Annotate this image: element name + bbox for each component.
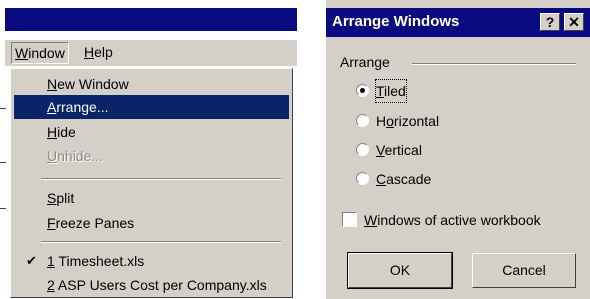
radio-icon[interactable]	[356, 114, 369, 127]
checkbox[interactable]	[342, 212, 357, 227]
sheet-gridline	[0, 208, 6, 209]
sheet-gridline	[0, 108, 6, 109]
menu-separator	[41, 241, 281, 243]
excel-title-bar	[5, 8, 297, 31]
sheet-gridline	[0, 162, 6, 163]
window-menu-rest: indow	[28, 45, 65, 61]
menu-item-new-window[interactable]: New Window	[14, 72, 289, 96]
help-menu-rest: elp	[94, 44, 113, 60]
menu-separator	[41, 178, 281, 180]
group-divider	[412, 63, 576, 65]
dialog-title-bar: Arrange Windows ? ✕	[326, 8, 590, 37]
menu-item-hide[interactable]: Hide	[14, 120, 289, 144]
menu-item-freeze-panes[interactable]: Freeze Panes	[14, 211, 289, 235]
cancel-button[interactable]: Cancel	[472, 253, 576, 288]
menu-item-arrange[interactable]: Arrange...	[14, 95, 289, 119]
radio-icon[interactable]	[356, 172, 369, 185]
radio-selected-icon[interactable]	[356, 84, 369, 97]
check-icon: ✔	[26, 253, 37, 268]
dialog-title: Arrange Windows	[332, 13, 460, 30]
help-button[interactable]: ?	[540, 13, 560, 31]
window-menu[interactable]: Window	[11, 42, 69, 64]
menu-bar: Window Help	[5, 40, 297, 66]
radio-icon[interactable]	[356, 143, 369, 156]
help-menu[interactable]: Help	[81, 42, 116, 62]
window-menu-dropdown: New Window Arrange... Hide Unhide... Spl…	[10, 68, 293, 298]
menu-item-split[interactable]: Split	[14, 186, 289, 210]
arrange-group-label: Arrange	[340, 54, 396, 70]
close-button[interactable]: ✕	[564, 13, 584, 31]
ok-button[interactable]: OK	[347, 252, 453, 289]
arrange-windows-dialog: Arrange Windows ? ✕ Arrange Tiled Horizo…	[326, 0, 590, 299]
excel-window-menu-screenshot: Window Help New Window Arrange... Hide U…	[0, 0, 299, 299]
menu-item-unhide: Unhide...	[47, 148, 104, 164]
menu-item-asp-users[interactable]: 2 ASP Users Cost per Company.xls	[14, 273, 289, 297]
menu-item-timesheet[interactable]: ✔ 1 Timesheet.xls	[14, 249, 289, 273]
